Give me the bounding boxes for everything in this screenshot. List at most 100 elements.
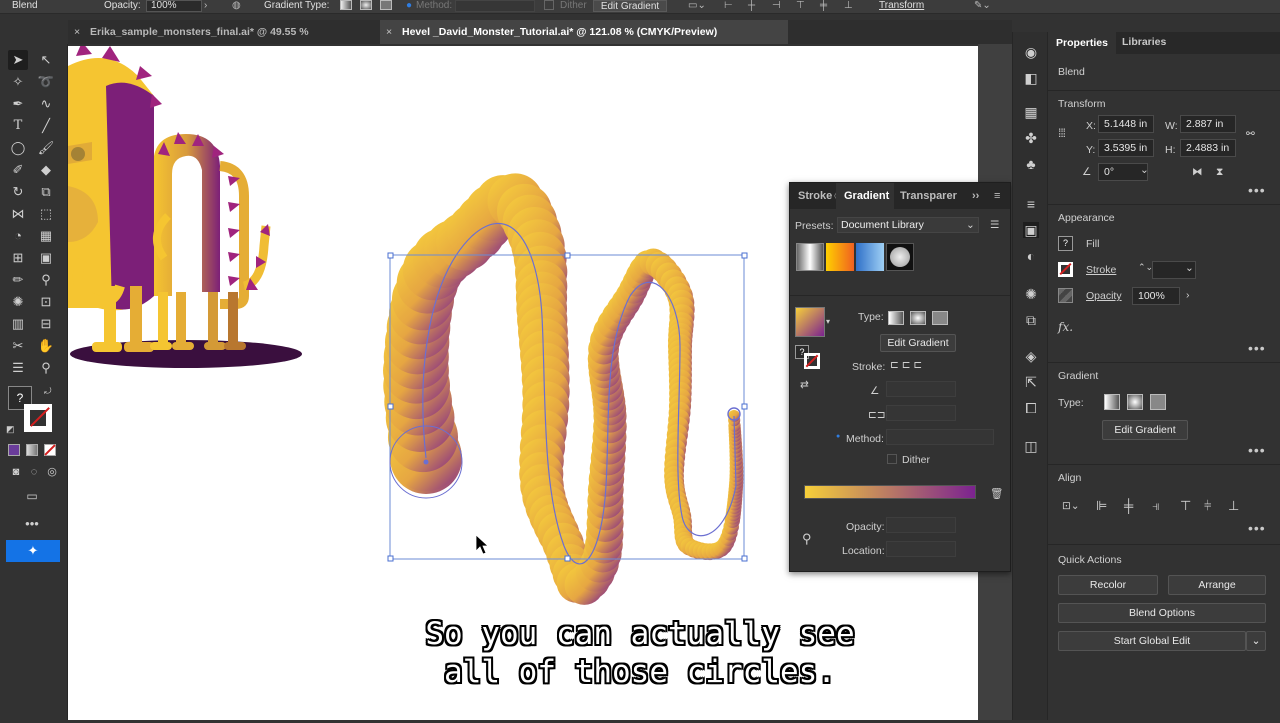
column-graph-tool-icon[interactable]: ▥ <box>8 314 28 334</box>
align-right-icon[interactable]: ⫣ <box>1152 498 1160 514</box>
scissors-tool-icon[interactable]: ✂ <box>8 336 28 356</box>
preset-swatch-silver[interactable] <box>796 243 824 271</box>
dither-checkbox[interactable] <box>544 0 554 10</box>
control-bar-edit-gradient-button[interactable]: Edit Gradient <box>593 0 667 12</box>
reverse-gradient-icon[interactable]: ⇄ <box>800 379 809 391</box>
y-field[interactable]: 3.5395 in <box>1098 139 1154 157</box>
method-dropdown[interactable] <box>455 0 535 12</box>
layers-icon[interactable]: ◈ <box>1023 348 1039 364</box>
curvature-tool-icon[interactable]: ∿ <box>36 94 56 114</box>
blend-object[interactable] <box>383 173 744 605</box>
stroke-weight-stepper-icon[interactable]: ⌃⌄ <box>1138 262 1153 273</box>
preset-swatch-radial[interactable] <box>886 243 914 271</box>
default-colors-icon[interactable]: ◩ <box>6 424 15 435</box>
link-proportions-icon[interactable]: ⚯ <box>1246 128 1255 140</box>
opacity-link[interactable]: Opacity <box>1086 290 1122 302</box>
width-tool-icon[interactable]: ⋈ <box>8 204 28 224</box>
panel-menu-icon[interactable]: ≡ <box>994 183 1000 209</box>
more-options-icon[interactable]: ••• <box>1248 442 1266 458</box>
tab-hevel-david-monster[interactable]: × Hevel _David_Monster_Tutorial.ai* @ 12… <box>380 20 788 44</box>
line-tool-icon[interactable]: ╱ <box>36 116 56 136</box>
edit-gradient-button[interactable]: Edit Gradient <box>880 334 956 352</box>
transparency-panel-icon[interactable]: ◐ <box>1023 248 1039 264</box>
align-center-icon[interactable]: ┼ <box>748 0 755 12</box>
chevron-right-icon[interactable]: › <box>204 0 207 12</box>
ellipse-tool-icon[interactable]: ◯ <box>8 138 28 158</box>
align-vertical-center-icon[interactable]: ⫩ <box>1204 498 1211 514</box>
opacity-field[interactable] <box>886 517 956 533</box>
brushes-icon[interactable]: ✤ <box>1023 130 1039 146</box>
tab-gradient[interactable]: Gradient <box>836 183 894 209</box>
artboards-icon[interactable]: ⧠ <box>1023 400 1039 416</box>
radial-gradient-icon[interactable] <box>910 311 926 325</box>
radial-gradient-icon[interactable] <box>360 0 372 10</box>
perspective-grid-tool-icon[interactable]: ▦ <box>36 226 56 246</box>
eraser-tool-icon[interactable]: ◆ <box>36 160 56 180</box>
linear-gradient-icon[interactable] <box>888 311 904 325</box>
align-left-icon[interactable]: ⊢ <box>724 0 733 12</box>
pen-tool-icon[interactable]: ✒ <box>8 94 28 114</box>
more-options-icon[interactable]: ••• <box>1248 520 1266 536</box>
swatches-icon[interactable]: ▦ <box>1023 104 1039 120</box>
eyedropper-icon[interactable]: ⚲ <box>802 531 812 547</box>
x-field[interactable]: 5.1448 in <box>1098 115 1154 133</box>
brush-icon[interactable]: ✎⌄ <box>974 0 991 12</box>
trash-icon[interactable]: 🗑 <box>990 487 1003 500</box>
draw-behind-icon[interactable]: ◌ <box>24 462 44 482</box>
flip-horizontal-icon[interactable]: ⧓ <box>1192 166 1203 178</box>
fill-swatch-unknown[interactable]: ? <box>1058 236 1073 251</box>
lasso-tool-icon[interactable]: ➰ <box>36 72 56 92</box>
type-tool-icon[interactable]: T <box>8 116 28 136</box>
stroke-swatch-none[interactable] <box>1058 262 1073 277</box>
linear-gradient-icon[interactable] <box>340 0 352 10</box>
aspect-ratio-field[interactable] <box>886 405 956 421</box>
recolor-button[interactable]: Recolor <box>1058 575 1158 595</box>
list-view-icon[interactable]: ☰ <box>990 219 999 231</box>
preset-swatch-blue[interactable] <box>856 243 884 271</box>
radial-gradient-icon[interactable] <box>1127 394 1143 410</box>
align-left-icon[interactable]: ⊫ <box>1096 498 1107 514</box>
print-tiling-tool-icon[interactable]: ☰ <box>8 358 28 378</box>
paintbrush-tool-icon[interactable]: 🖌 <box>36 138 56 158</box>
draw-inside-icon[interactable]: ◎ <box>42 462 62 482</box>
magic-star-button[interactable]: ✦ <box>6 540 60 562</box>
align-horizontal-center-icon[interactable]: ╪ <box>1124 498 1133 513</box>
recolor-globe-icon[interactable]: ◍ <box>232 0 241 12</box>
start-global-edit-button[interactable]: Start Global Edit <box>1058 631 1246 651</box>
monster-illustration[interactable] <box>68 42 302 368</box>
shape-builder-tool-icon[interactable]: ◔ <box>8 226 28 246</box>
align-to-icon[interactable]: ▭⌄ <box>688 0 706 12</box>
gradient-preview-swatch[interactable] <box>795 307 825 337</box>
properties-edit-gradient-button[interactable]: Edit Gradient <box>1102 420 1188 440</box>
blend-tool-icon[interactable]: ⚲ <box>36 270 56 290</box>
slice-tool-icon[interactable]: ⊟ <box>36 314 56 334</box>
shaper-tool-icon[interactable]: ✐ <box>8 160 28 180</box>
color-mode-icon[interactable] <box>8 444 20 456</box>
swap-colors-icon[interactable]: ⤾ <box>44 386 52 397</box>
close-icon[interactable]: × <box>74 20 80 44</box>
w-field[interactable]: 2.887 in <box>1180 115 1236 133</box>
chevron-down-icon[interactable]: ▾ <box>826 317 830 326</box>
mesh-tool-icon[interactable]: ⊞ <box>8 248 28 268</box>
more-options-icon[interactable]: ••• <box>1248 182 1266 198</box>
draw-normal-icon[interactable]: ◙ <box>6 462 26 482</box>
flip-vertical-icon[interactable]: ⧗ <box>1216 166 1223 179</box>
blend-options-button[interactable]: Blend Options <box>1058 603 1266 623</box>
stroke-panel-icon[interactable]: ≡ <box>1023 196 1039 212</box>
tab-properties[interactable]: Properties <box>1048 32 1116 54</box>
image-trace-icon[interactable]: ◧ <box>1023 70 1039 86</box>
none-mode-icon[interactable] <box>44 444 56 456</box>
hand-tool-icon[interactable]: ✋ <box>36 336 56 356</box>
tab-libraries[interactable]: Libraries <box>1122 36 1166 48</box>
gradient-tool-icon[interactable]: ▣ <box>36 248 56 268</box>
scale-tool-icon[interactable]: ⧉ <box>36 182 56 202</box>
reference-point-icon[interactable]: ⁞⁞⁞ <box>1058 126 1066 140</box>
free-transform-tool-icon[interactable]: ⬚ <box>36 204 56 224</box>
freeform-gradient-icon[interactable] <box>1150 394 1166 410</box>
linear-gradient-icon[interactable] <box>1104 394 1120 410</box>
selection-tool-icon[interactable]: ➤ <box>8 50 28 70</box>
artboard-tool-icon[interactable]: ⊡ <box>36 292 56 312</box>
rotate-tool-icon[interactable]: ↻ <box>8 182 28 202</box>
align-top-icon[interactable]: ⊤ <box>796 0 805 12</box>
align-top-icon[interactable]: ⊤ <box>1180 498 1191 514</box>
